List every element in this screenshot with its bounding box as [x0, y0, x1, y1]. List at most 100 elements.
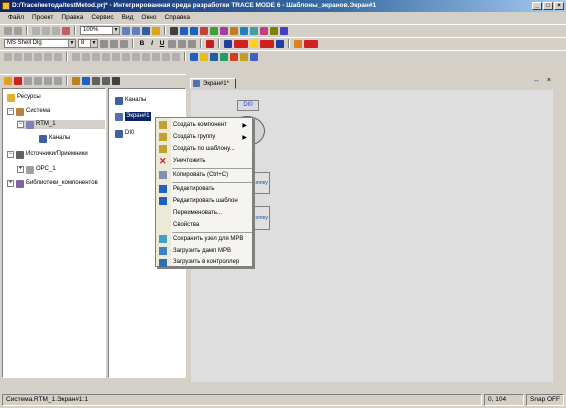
save-icon[interactable]	[210, 52, 218, 61]
tree-item-resources[interactable]: Ресурсы	[7, 93, 41, 102]
grid-icon[interactable]	[142, 26, 150, 35]
italic-button[interactable]: I	[148, 40, 156, 47]
align-top-icon[interactable]	[4, 52, 12, 61]
line-icon[interactable]	[180, 26, 188, 35]
menu-service[interactable]: Сервис	[87, 12, 117, 23]
align-lefts-icon[interactable]	[34, 52, 42, 61]
run-icon[interactable]	[230, 52, 238, 61]
tree-item-sources[interactable]: − Источники/Приемники	[7, 150, 88, 159]
font-size-select[interactable]: 8 ▼	[78, 39, 98, 48]
align-bottom-icon[interactable]	[24, 52, 32, 61]
menu-item-edit-template[interactable]: Редактировать шаблон	[156, 195, 252, 207]
menu-edit[interactable]: Правка	[57, 12, 87, 23]
collapse-toggle[interactable]: −	[7, 108, 14, 115]
menu-item-rename[interactable]: Переименовать...	[156, 207, 252, 219]
copy-icon[interactable]	[42, 26, 50, 35]
compile-icon[interactable]	[190, 52, 198, 61]
nav-props-icon[interactable]	[72, 76, 80, 85]
list-item-di0[interactable]: DI0	[115, 129, 134, 138]
button-icon[interactable]	[240, 26, 248, 35]
gauge-icon[interactable]	[260, 26, 268, 35]
polygon-icon[interactable]	[220, 26, 228, 35]
new-folder-icon[interactable]	[4, 76, 12, 85]
zoom-out-icon[interactable]	[132, 26, 140, 35]
nav-copy-icon[interactable]	[44, 76, 52, 85]
group-icon[interactable]	[142, 52, 150, 61]
label-di0[interactable]: DI0	[237, 100, 259, 111]
menu-item-create-group[interactable]: Создать группу ▶	[156, 131, 252, 143]
collapse-toggle[interactable]: −	[7, 151, 14, 158]
menu-view[interactable]: Вид	[118, 12, 138, 23]
menu-item-copy[interactable]: Копировать (Ctrl+C)	[156, 169, 252, 181]
image-icon[interactable]	[230, 26, 238, 35]
nav-find-icon[interactable]	[92, 76, 100, 85]
menu-help[interactable]: Справка	[161, 12, 195, 23]
nav-undo-icon[interactable]	[24, 76, 32, 85]
menu-item-delete[interactable]: ✕ Уничтожить	[156, 155, 252, 167]
expand-toggle[interactable]: +	[17, 166, 24, 173]
menu-item-edit[interactable]: Редактировать	[156, 183, 252, 195]
delete-icon[interactable]	[62, 26, 70, 35]
menu-project[interactable]: Проект	[28, 12, 57, 23]
expand-toggle[interactable]: +	[7, 180, 14, 187]
monitor-icon[interactable]	[250, 52, 258, 61]
align-center-icon[interactable]	[110, 39, 118, 48]
menu-item-properties[interactable]: Свойства	[156, 219, 252, 231]
menu-item-load-controller[interactable]: Загрузить в контроллер	[156, 257, 252, 267]
nav-redo-icon[interactable]	[34, 76, 42, 85]
collapse-toggle[interactable]: −	[17, 121, 24, 128]
vertical-scrollbar[interactable]	[554, 90, 564, 382]
tree-item-opc[interactable]: + OPC_1	[17, 165, 56, 174]
line-style-icon[interactable]	[276, 39, 284, 48]
paint-icon[interactable]	[294, 39, 302, 48]
nav-paste-icon[interactable]	[54, 76, 62, 85]
check-icon[interactable]	[220, 52, 228, 61]
send-back-icon[interactable]	[132, 52, 140, 61]
shadow-color-icon[interactable]	[250, 39, 258, 48]
rect-icon[interactable]	[200, 26, 208, 35]
line-color-icon[interactable]	[224, 39, 232, 48]
gradient-icon[interactable]	[304, 39, 318, 48]
tree-item-rtm[interactable]: − RTM_1	[17, 120, 105, 129]
tree-item-channels[interactable]: Каналы	[39, 134, 70, 143]
font-select[interactable]: MS Shell Dlg ▼	[4, 39, 76, 48]
text-color-icon[interactable]	[206, 39, 214, 48]
zoom-select[interactable]: 100% ▼	[80, 26, 120, 35]
align-rights-icon[interactable]	[54, 52, 62, 61]
nav-list-icon[interactable]	[102, 76, 110, 85]
align-right-icon[interactable]	[120, 39, 128, 48]
cut-icon[interactable]	[32, 26, 40, 35]
horizontal-scrollbar[interactable]	[191, 383, 554, 391]
text-left-icon[interactable]	[168, 39, 176, 48]
text-right-icon[interactable]	[188, 39, 196, 48]
table-icon[interactable]	[270, 26, 278, 35]
align-left-icon[interactable]	[100, 39, 108, 48]
fill-color-icon[interactable]	[234, 39, 248, 48]
same-width-icon[interactable]	[72, 52, 80, 61]
align-middle-icon[interactable]	[14, 52, 22, 61]
bold-button[interactable]: B	[138, 40, 146, 47]
same-size-icon[interactable]	[92, 52, 100, 61]
space-v-icon[interactable]	[112, 52, 120, 61]
tab-screen1[interactable]: Экран#1*	[190, 78, 236, 89]
menu-file[interactable]: Файл	[4, 12, 28, 23]
underline-button[interactable]: U	[158, 40, 166, 47]
text-icon[interactable]	[190, 26, 198, 35]
ungroup-icon[interactable]	[152, 52, 160, 61]
border-color-icon[interactable]	[260, 39, 274, 48]
pan-icon[interactable]	[152, 26, 160, 35]
nav-more-icon[interactable]	[112, 76, 120, 85]
menu-item-load-dump[interactable]: Загрузить дамп МРВ	[156, 245, 252, 257]
undo-icon[interactable]	[4, 26, 12, 35]
maximize-button[interactable]: □	[543, 2, 553, 10]
status-snap[interactable]: Snap OFF	[526, 394, 564, 406]
ellipse-icon[interactable]	[210, 26, 218, 35]
menu-window[interactable]: Окно	[137, 12, 160, 23]
align-centers-icon[interactable]	[44, 52, 52, 61]
list-item-screen[interactable]: Экран#1	[115, 112, 151, 121]
text-center-icon[interactable]	[178, 39, 186, 48]
zoom-in-icon[interactable]	[122, 26, 130, 35]
list-item-channels[interactable]: Каналы	[115, 96, 146, 105]
menu-item-create-component[interactable]: Создать компонент ▶	[156, 119, 252, 131]
debug-icon[interactable]	[240, 52, 248, 61]
